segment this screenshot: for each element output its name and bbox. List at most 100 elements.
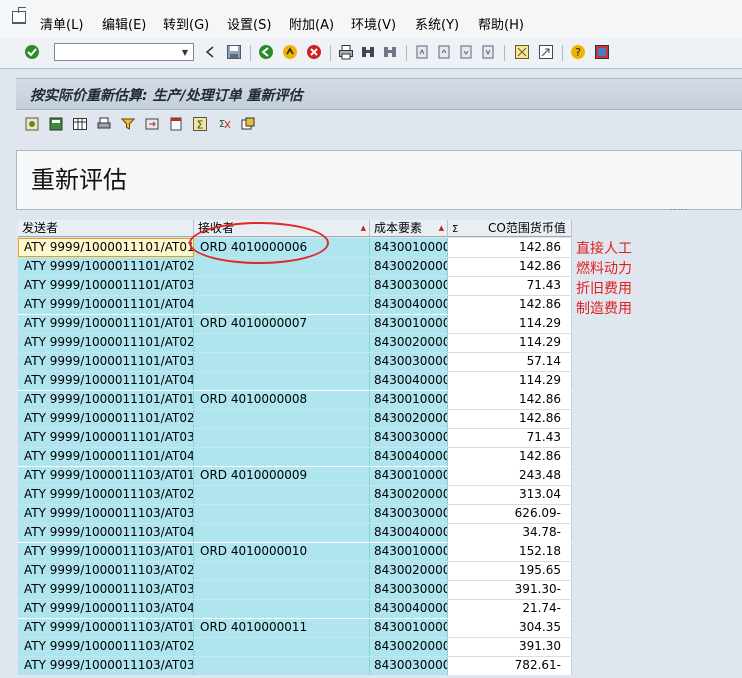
back-icon[interactable] xyxy=(258,44,274,60)
select-layout-icon[interactable] xyxy=(48,116,64,132)
collapse-left-icon[interactable] xyxy=(202,44,218,60)
table-cell-receiver[interactable] xyxy=(194,276,370,295)
table-cell-cost-element[interactable]: 8430040000 xyxy=(370,599,448,618)
table-cell-cost-element[interactable]: 8430020000 xyxy=(370,637,448,656)
table-cell-cost-element[interactable]: 8430030000 xyxy=(370,428,448,447)
table-cell-sender[interactable]: ATY 9999/1000011101/AT02 xyxy=(18,333,194,352)
customize-layout-icon[interactable] xyxy=(594,44,610,60)
menu-environment[interactable]: 环境(V) xyxy=(351,14,396,33)
table-cell-receiver[interactable] xyxy=(194,504,370,523)
help-icon[interactable]: ? xyxy=(570,44,586,60)
table-cell-value[interactable]: 391.30 xyxy=(448,637,572,656)
find-next-icon[interactable] xyxy=(382,44,398,60)
table-cell-value[interactable]: 626.09- xyxy=(448,504,572,523)
print-preview-icon[interactable] xyxy=(96,116,112,132)
column-header-cost-element[interactable]: 成本要素 ▲ xyxy=(370,220,448,237)
cancel-icon[interactable] xyxy=(306,44,322,60)
table-cell-sender[interactable]: ATY 9999/1000011103/AT02 xyxy=(18,485,194,504)
change-layout-icon[interactable] xyxy=(240,116,256,132)
table-cell-receiver[interactable] xyxy=(194,447,370,466)
table-cell-cost-element[interactable]: 8430040000 xyxy=(370,523,448,542)
table-cell-sender[interactable]: ATY 9999/1000011103/AT02 xyxy=(18,561,194,580)
table-cell-sender[interactable]: ATY 9999/1000011101/AT02 xyxy=(18,257,194,276)
first-page-icon[interactable] xyxy=(414,44,430,60)
table-cell-cost-element[interactable]: 8430010000 xyxy=(370,542,448,561)
table-cell-value[interactable]: 114.29 xyxy=(448,314,572,333)
table-cell-cost-element[interactable]: 8430020000 xyxy=(370,561,448,580)
table-cell-cost-element[interactable]: 8430020000 xyxy=(370,485,448,504)
table-cell-sender[interactable]: ATY 9999/1000011103/AT02 xyxy=(18,637,194,656)
table-cell-value[interactable]: 142.86 xyxy=(448,447,572,466)
system-menu-icon[interactable] xyxy=(12,7,26,24)
table-cell-value[interactable]: 57.14 xyxy=(448,352,572,371)
table-cell-receiver[interactable] xyxy=(194,485,370,504)
table-cell-cost-element[interactable]: 8430030000 xyxy=(370,656,448,675)
create-session-icon[interactable] xyxy=(514,44,530,60)
table-cell-receiver[interactable]: ORD 4010000011 xyxy=(194,618,370,637)
exit-icon[interactable] xyxy=(282,44,298,60)
table-cell-receiver[interactable] xyxy=(194,637,370,656)
chevron-down-icon[interactable]: ▼ xyxy=(177,44,193,60)
table-cell-sender[interactable]: ATY 9999/1000011103/AT04 xyxy=(18,523,194,542)
table-cell-receiver[interactable] xyxy=(194,656,370,675)
next-page-icon[interactable] xyxy=(458,44,474,60)
table-cell-sender[interactable]: ATY 9999/1000011101/AT01 xyxy=(18,390,194,409)
table-cell-value[interactable]: 782.61- xyxy=(448,656,572,675)
table-cell-value[interactable]: 21.74- xyxy=(448,599,572,618)
find-icon[interactable] xyxy=(360,44,376,60)
table-cell-cost-element[interactable]: 8430010000 xyxy=(370,618,448,637)
table-cell-value[interactable]: 243.48 xyxy=(448,466,572,485)
table-cell-cost-element[interactable]: 8430040000 xyxy=(370,447,448,466)
table-cell-receiver[interactable] xyxy=(194,561,370,580)
table-cell-cost-element[interactable]: 8430030000 xyxy=(370,580,448,599)
table-cell-receiver[interactable]: ORD 4010000008 xyxy=(194,390,370,409)
table-cell-sender[interactable]: ATY 9999/1000011101/AT01 xyxy=(18,314,194,333)
table-cell-sender[interactable]: ATY 9999/1000011103/AT03 xyxy=(18,504,194,523)
table-cell-receiver[interactable] xyxy=(194,295,370,314)
table-cell-value[interactable]: 142.86 xyxy=(448,257,572,276)
menu-extras[interactable]: 附加(A) xyxy=(289,14,334,33)
table-cell-sender[interactable]: ATY 9999/1000011103/AT03 xyxy=(18,580,194,599)
table-cell-value[interactable]: 195.65 xyxy=(448,561,572,580)
shortcut-icon[interactable] xyxy=(538,44,554,60)
table-cell-receiver[interactable] xyxy=(194,333,370,352)
document-icon[interactable] xyxy=(168,116,184,132)
table-cell-sender[interactable]: ATY 9999/1000011103/AT01 xyxy=(18,618,194,637)
table-cell-receiver[interactable] xyxy=(194,409,370,428)
table-cell-value[interactable]: 313.04 xyxy=(448,485,572,504)
table-cell-sender[interactable]: ATY 9999/1000011101/AT04 xyxy=(18,295,194,314)
table-cell-value[interactable]: 142.86 xyxy=(448,409,572,428)
save-icon[interactable] xyxy=(226,44,242,60)
menu-system[interactable]: 系统(Y) xyxy=(415,14,459,33)
table-cell-sender[interactable]: ATY 9999/1000011101/AT03 xyxy=(18,276,194,295)
column-header-value[interactable]: Σ CO范围货币值 xyxy=(448,220,572,237)
table-cell-value[interactable]: 142.86 xyxy=(448,390,572,409)
table-cell-cost-element[interactable]: 8430020000 xyxy=(370,257,448,276)
table-cell-cost-element[interactable]: 8430010000 xyxy=(370,390,448,409)
filter-icon[interactable] xyxy=(120,116,136,132)
table-cell-cost-element[interactable]: 8430030000 xyxy=(370,276,448,295)
table-cell-sender[interactable]: ATY 9999/1000011101/AT02 xyxy=(18,409,194,428)
table-cell-receiver[interactable] xyxy=(194,371,370,390)
command-field[interactable]: ▼ xyxy=(54,43,194,61)
table-cell-receiver[interactable] xyxy=(194,599,370,618)
column-header-sender[interactable]: 发送者 xyxy=(18,220,194,237)
table-cell-sender[interactable]: ATY 9999/1000011101/AT04 xyxy=(18,371,194,390)
table-cell-value[interactable]: 304.35 xyxy=(448,618,572,637)
table-cell-sender[interactable]: ATY 9999/1000011103/AT03 xyxy=(18,656,194,675)
table-icon[interactable] xyxy=(72,116,88,132)
command-input[interactable] xyxy=(57,45,177,59)
table-cell-cost-element[interactable]: 8430030000 xyxy=(370,504,448,523)
table-cell-value[interactable]: 34.78- xyxy=(448,523,572,542)
details-icon[interactable] xyxy=(24,116,40,132)
subtotal-icon[interactable]: Σ xyxy=(216,116,232,132)
table-cell-sender[interactable]: ATY 9999/1000011101/AT04 xyxy=(18,447,194,466)
table-cell-value[interactable]: 71.43 xyxy=(448,276,572,295)
table-cell-value[interactable]: 114.29 xyxy=(448,371,572,390)
table-cell-receiver[interactable]: ORD 4010000010 xyxy=(194,542,370,561)
table-cell-value[interactable]: 391.30- xyxy=(448,580,572,599)
enter-check-icon[interactable] xyxy=(24,44,40,60)
print-icon[interactable] xyxy=(338,44,354,60)
table-cell-cost-element[interactable]: 8430020000 xyxy=(370,333,448,352)
last-page-icon[interactable] xyxy=(480,44,496,60)
